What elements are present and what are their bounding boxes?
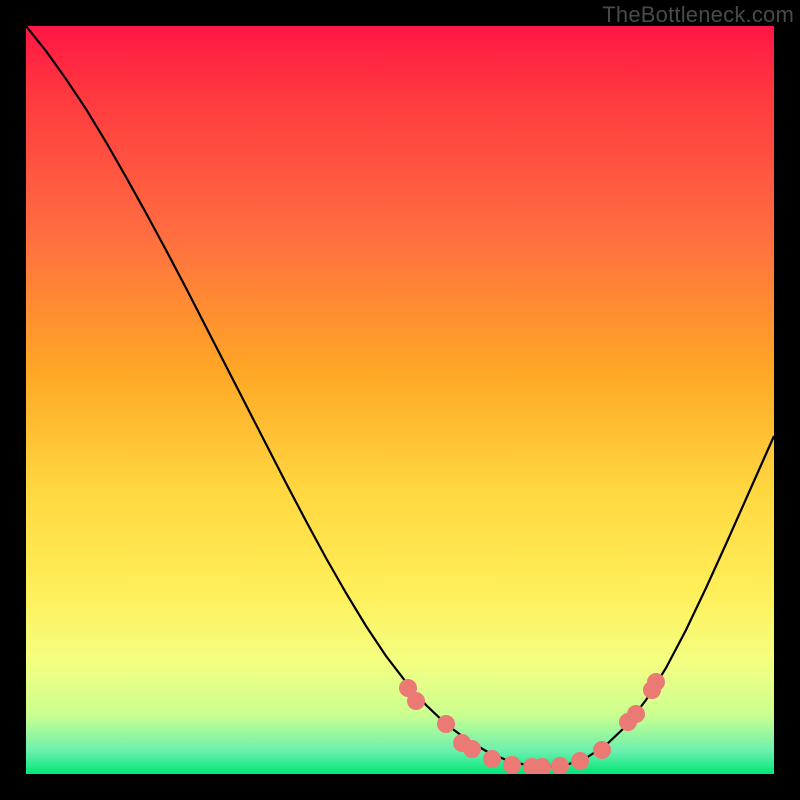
data-marker — [503, 756, 521, 774]
data-markers — [399, 673, 665, 774]
watermark-text: TheBottleneck.com — [602, 2, 794, 28]
data-marker — [571, 752, 589, 770]
data-marker — [407, 692, 425, 710]
data-marker — [627, 705, 645, 723]
data-marker — [463, 740, 481, 758]
data-marker — [437, 715, 455, 733]
data-marker — [647, 673, 665, 691]
data-marker — [551, 757, 569, 774]
data-marker — [483, 750, 501, 768]
data-marker — [593, 741, 611, 759]
bottleneck-chart — [26, 26, 774, 774]
performance-curve — [26, 26, 774, 767]
